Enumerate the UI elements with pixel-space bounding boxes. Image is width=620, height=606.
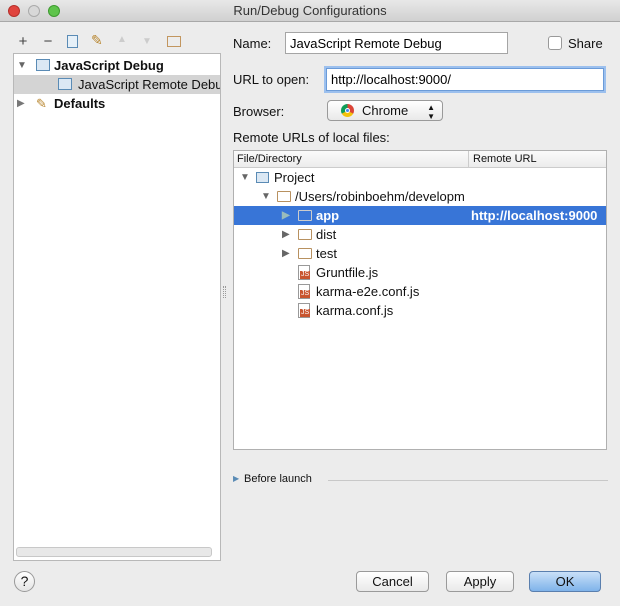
table-row[interactable]: JS karma-e2e.conf.js <box>234 282 606 301</box>
collapse-triangle-icon[interactable]: ▶ <box>17 94 25 113</box>
tree-item-javascript-debug[interactable]: ▼ JavaScript Debug <box>14 56 220 75</box>
splitter-handle[interactable] <box>223 286 226 298</box>
configuration-tree: ▼ JavaScript Debug JavaScript Remote Deb… <box>13 53 221 561</box>
file-name: test <box>316 246 337 261</box>
minimize-button[interactable] <box>28 5 40 17</box>
folder-icon[interactable] <box>167 36 181 47</box>
folder-icon <box>298 248 312 259</box>
browser-label: Browser: <box>233 104 285 119</box>
table-row[interactable]: ▼ Project <box>234 168 606 187</box>
move-up-icon[interactable]: ▲ <box>117 34 127 45</box>
table-row[interactable]: ▶ app http://localhost:9000 <box>234 206 606 225</box>
file-name: Project <box>274 170 315 185</box>
folder-icon <box>277 191 291 202</box>
table-row[interactable]: JS Gruntfile.js <box>234 263 606 282</box>
name-label: Name: <box>233 36 272 51</box>
table-row[interactable]: ▶ dist <box>234 225 606 244</box>
remote-urls-label: Remote URLs of local files: <box>233 130 390 145</box>
chrome-icon <box>341 104 354 117</box>
expand-triangle-icon[interactable]: ▼ <box>240 168 250 187</box>
expand-triangle-icon[interactable]: ▼ <box>261 187 271 206</box>
updown-arrows-icon: ▲ ▼ <box>427 103 435 121</box>
collapse-triangle-icon[interactable]: ▶ <box>282 206 290 225</box>
js-file-icon: JS <box>298 265 311 280</box>
wrench-icon[interactable]: ✎ <box>91 32 103 49</box>
wrench-icon: ✎ <box>36 96 47 111</box>
url-label: URL to open: <box>233 72 310 87</box>
column-file-directory[interactable]: File/Directory <box>237 151 302 168</box>
browser-value: Chrome <box>362 103 409 118</box>
file-name: dist <box>316 227 337 242</box>
close-button[interactable] <box>8 5 20 17</box>
table-row[interactable]: JS karma.conf.js <box>234 301 606 320</box>
file-name: karma.conf.js <box>316 303 394 318</box>
tree-item-label: Defaults <box>54 96 106 111</box>
js-debug-icon <box>58 78 72 90</box>
share-checkbox[interactable] <box>548 36 562 50</box>
share-label: Share <box>568 36 603 51</box>
js-file-icon: JS <box>298 284 311 299</box>
folder-icon <box>298 229 312 240</box>
remote-urls-table: File/Directory Remote URL ▼ Project ▼/User… <box>233 150 607 450</box>
window-title: Run/Debug Configurations <box>233 3 387 18</box>
js-debug-icon <box>36 59 50 71</box>
before-launch-toggle[interactable]: Before launch <box>244 473 312 485</box>
copy-icon[interactable] <box>67 35 78 48</box>
cancel-button[interactable]: Cancel <box>356 571 429 592</box>
name-input[interactable] <box>285 32 508 54</box>
add-icon[interactable]: + <box>15 33 31 50</box>
file-name: karma-e2e.conf.js <box>316 284 420 299</box>
tree-item-javascript-remote-debug[interactable]: JavaScript Remote Debug <box>14 75 220 94</box>
divider <box>328 480 608 481</box>
zoom-button[interactable] <box>48 5 60 17</box>
expand-triangle-icon[interactable]: ▼ <box>17 56 27 75</box>
title-bar: Run/Debug Configurations <box>0 0 620 22</box>
collapse-triangle-icon[interactable]: ▶ <box>282 225 290 244</box>
tree-item-label: JavaScript Debug <box>54 58 164 73</box>
file-name: app <box>316 208 340 223</box>
table-row[interactable]: ▶ test <box>234 244 606 263</box>
folder-icon <box>298 210 312 221</box>
apply-button[interactable]: Apply <box>446 571 514 592</box>
browser-select[interactable]: Chrome ▲ ▼ <box>327 100 443 121</box>
file-name: /Users/robinboehm/developm <box>295 189 465 204</box>
ok-button[interactable]: OK <box>529 571 601 592</box>
column-remote-url[interactable]: Remote URL <box>468 151 537 168</box>
remove-icon[interactable]: − <box>40 33 56 50</box>
tree-item-defaults[interactable]: ▶ ✎ Defaults <box>14 94 220 113</box>
project-icon <box>256 172 269 183</box>
expand-triangle-icon[interactable]: ▶ <box>233 474 239 483</box>
url-input[interactable] <box>326 68 604 91</box>
collapse-triangle-icon[interactable]: ▶ <box>282 244 290 263</box>
horizontal-scrollbar[interactable] <box>16 547 212 557</box>
table-row[interactable]: ▼ /Users/robinboehm/developm <box>234 187 606 206</box>
tree-item-label: JavaScript Remote Debug <box>78 77 220 92</box>
table-header: File/Directory Remote URL <box>234 151 606 168</box>
move-down-icon[interactable]: ▼ <box>142 36 152 47</box>
help-button[interactable]: ? <box>14 571 35 592</box>
remote-url[interactable]: http://localhost:9000 <box>471 206 597 225</box>
js-file-icon: JS <box>298 303 311 318</box>
file-name: Gruntfile.js <box>316 265 379 280</box>
